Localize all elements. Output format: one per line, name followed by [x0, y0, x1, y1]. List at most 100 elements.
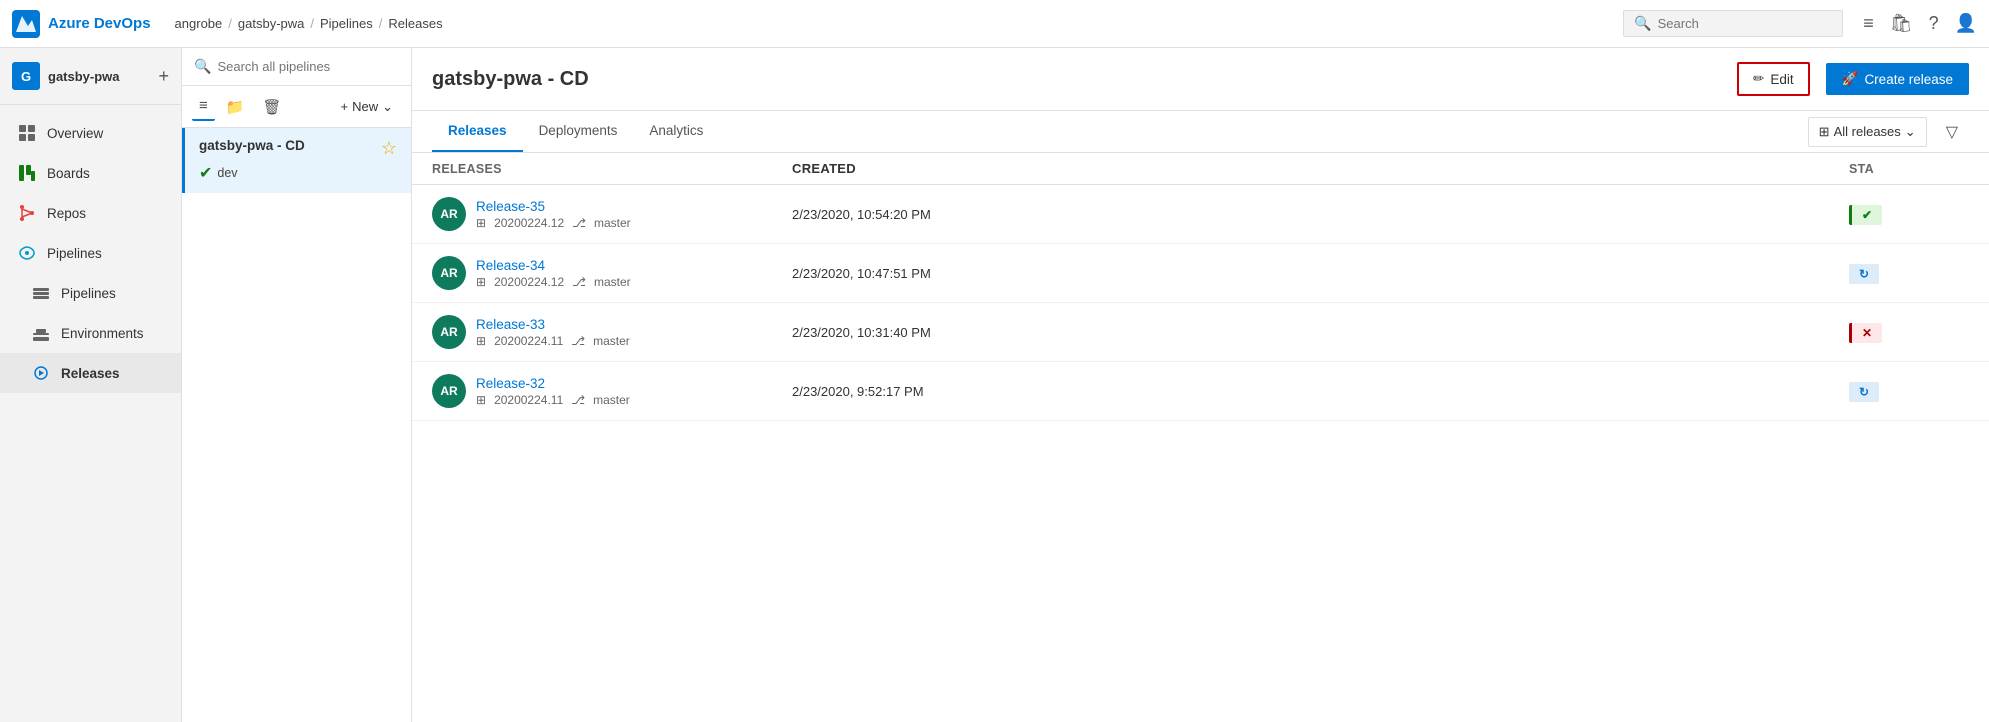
- breadcrumb-pipelines[interactable]: Pipelines: [320, 16, 373, 31]
- sidebar-item-environments[interactable]: Environments: [0, 313, 181, 353]
- page-title: gatsby-pwa - CD: [432, 68, 1721, 91]
- project-name: gatsby-pwa: [48, 69, 120, 84]
- all-releases-dropdown[interactable]: ⊞ All releases ⌄: [1808, 117, 1927, 147]
- col-header-status: Sta: [1849, 162, 1969, 176]
- status-badge: ✔: [1849, 205, 1882, 225]
- pipelines-group-icon: [17, 243, 37, 263]
- sidebar-label-overview: Overview: [47, 126, 103, 141]
- pipeline-item-env: ✔ dev: [199, 163, 397, 183]
- search-icon: [1634, 15, 1651, 32]
- release-col: AR Release-35 ⊞ 20200224.12 ⎇ master: [432, 197, 792, 231]
- sidebar-label-boards: Boards: [47, 166, 90, 181]
- pipeline-toolbar: ≡ 📁 🗑 + New ⌄: [182, 86, 411, 128]
- build-number: 20200224.12: [494, 275, 564, 289]
- sidebar-label-pipelines: Pipelines: [61, 286, 116, 301]
- sep2: /: [310, 16, 314, 31]
- tab-releases[interactable]: Releases: [432, 111, 523, 152]
- list-view-button[interactable]: ≡: [192, 92, 215, 121]
- table-row[interactable]: AR Release-35 ⊞ 20200224.12 ⎇ master 2/2…: [412, 185, 1989, 244]
- breadcrumb-angrobe[interactable]: angrobe: [175, 16, 223, 31]
- status-col: ↻: [1849, 265, 1969, 281]
- branch-name: master: [594, 275, 631, 289]
- release-info: Release-33 ⊞ 20200224.11 ⎇ master: [476, 317, 630, 348]
- col-header-releases: Releases: [432, 162, 792, 176]
- build-icon: ⊞: [476, 216, 486, 230]
- build-number: 20200224.11: [494, 334, 563, 348]
- avatar: AR: [432, 315, 466, 349]
- created-col: 2/23/2020, 10:54:20 PM: [792, 207, 1849, 222]
- branch-name: master: [593, 393, 630, 407]
- plus-icon: +: [340, 99, 348, 114]
- created-col: 2/23/2020, 10:47:51 PM: [792, 266, 1849, 281]
- sep1: /: [228, 16, 232, 31]
- user-icon[interactable]: 👤: [1955, 13, 1977, 34]
- add-project-button[interactable]: +: [158, 66, 169, 87]
- table-row[interactable]: AR Release-32 ⊞ 20200224.11 ⎇ master 2/2…: [412, 362, 1989, 421]
- folder-button[interactable]: 📁: [219, 93, 252, 121]
- tab-deployments[interactable]: Deployments: [523, 111, 634, 152]
- all-releases-label: All releases: [1834, 124, 1901, 139]
- release-name: Release-32: [476, 376, 630, 391]
- status-col: ✔: [1849, 206, 1969, 222]
- release-meta: ⊞ 20200224.11 ⎇ master: [476, 393, 630, 407]
- chevron-down-icon: ⌄: [1905, 124, 1916, 140]
- sidebar: G gatsby-pwa + Overview: [0, 48, 182, 722]
- search-input[interactable]: [1658, 16, 1833, 31]
- sidebar-item-pipelines[interactable]: Pipelines: [0, 273, 181, 313]
- status-col: ✕: [1849, 324, 1969, 340]
- sidebar-label-repos: Repos: [47, 206, 86, 221]
- delete-button[interactable]: 🗑: [255, 93, 288, 121]
- release-meta: ⊞ 20200224.11 ⎇ master: [476, 334, 630, 348]
- create-release-button[interactable]: 🚀 Create release: [1826, 63, 1969, 95]
- boards-icon: [17, 163, 37, 183]
- release-name: Release-35: [476, 199, 631, 214]
- help-icon[interactable]: ?: [1929, 13, 1939, 34]
- environments-icon: [31, 323, 51, 343]
- pipeline-list: gatsby-pwa - CD ☆ ✔ dev: [182, 128, 411, 722]
- pipeline-list-item[interactable]: gatsby-pwa - CD ☆ ✔ dev: [182, 128, 411, 193]
- topbar-search-box[interactable]: [1623, 10, 1843, 37]
- sidebar-label-releases: Releases: [61, 366, 120, 381]
- sidebar-item-releases[interactable]: Releases: [0, 353, 181, 393]
- sep3: /: [379, 16, 383, 31]
- filter-button[interactable]: ▽: [1935, 115, 1969, 149]
- status-badge: ↻: [1849, 382, 1879, 402]
- tab-analytics[interactable]: Analytics: [633, 111, 719, 152]
- sidebar-item-pipelines-group[interactable]: Pipelines: [0, 233, 181, 273]
- pipeline-env-label: dev: [217, 166, 237, 180]
- branch-name: master: [593, 334, 630, 348]
- bag-icon[interactable]: 🛍: [1890, 13, 1913, 34]
- main-layout: G gatsby-pwa + Overview: [0, 48, 1989, 722]
- repos-icon: [17, 203, 37, 223]
- created-col: 2/23/2020, 9:52:17 PM: [792, 384, 1849, 399]
- filter-icon: ▽: [1946, 124, 1958, 141]
- sidebar-item-boards[interactable]: Boards: [0, 153, 181, 193]
- settings-icon[interactable]: ≡: [1863, 13, 1874, 34]
- table-row[interactable]: AR Release-33 ⊞ 20200224.11 ⎇ master 2/2…: [412, 303, 1989, 362]
- pipelines-sub-icon: [31, 283, 51, 303]
- sidebar-item-overview[interactable]: Overview: [0, 113, 181, 153]
- sidebar-item-repos[interactable]: Repos: [0, 193, 181, 233]
- sidebar-label-environments: Environments: [61, 326, 144, 341]
- breadcrumb-project[interactable]: gatsby-pwa: [238, 16, 304, 31]
- breadcrumb-releases[interactable]: Releases: [388, 16, 442, 31]
- app-logo[interactable]: Azure DevOps: [12, 10, 151, 38]
- pipeline-search-input[interactable]: [217, 59, 399, 74]
- star-icon[interactable]: ☆: [381, 138, 397, 159]
- app-name: Azure DevOps: [48, 15, 151, 32]
- avatar: AR: [432, 256, 466, 290]
- branch-icon: ⎇: [571, 334, 585, 348]
- tabs-bar: Releases Deployments Analytics ⊞ All rel…: [412, 111, 1989, 153]
- pipeline-panel: 🔍 ≡ 📁 🗑 + New ⌄ gatsby-pwa - CD ☆ ✔: [182, 48, 412, 722]
- build-icon: ⊞: [476, 334, 486, 348]
- release-col: AR Release-32 ⊞ 20200224.11 ⎇ master: [432, 374, 792, 408]
- table-row[interactable]: AR Release-34 ⊞ 20200224.12 ⎇ master 2/2…: [412, 244, 1989, 303]
- pipeline-search-icon: 🔍: [194, 58, 211, 75]
- new-label: New: [352, 99, 378, 114]
- new-pipeline-button[interactable]: + New ⌄: [332, 94, 401, 120]
- content-header: gatsby-pwa - CD ✏ Edit 🚀 Create release: [412, 48, 1989, 111]
- tabs-left: Releases Deployments Analytics: [432, 111, 719, 152]
- edit-button[interactable]: ✏ Edit: [1737, 62, 1810, 96]
- release-meta: ⊞ 20200224.12 ⎇ master: [476, 216, 631, 230]
- main-content: gatsby-pwa - CD ✏ Edit 🚀 Create release …: [412, 48, 1989, 722]
